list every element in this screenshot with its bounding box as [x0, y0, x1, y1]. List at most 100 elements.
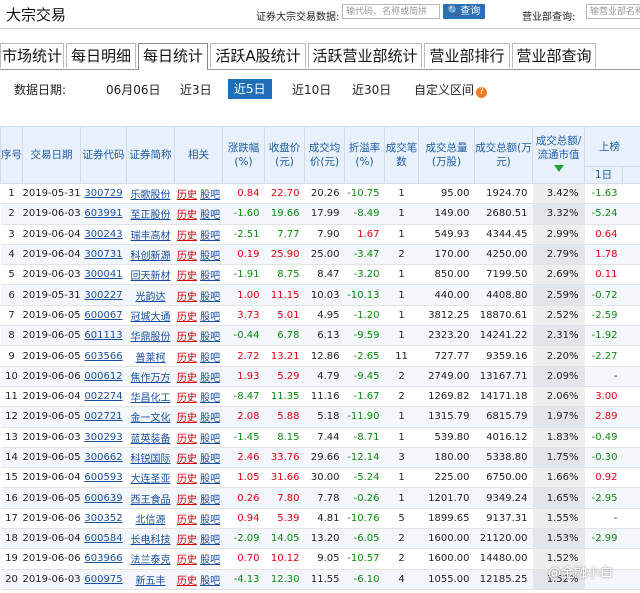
col-date[interactable]: 交易日期: [22, 126, 81, 184]
tab-active-a-shares[interactable]: 活跃A股统计: [210, 43, 306, 68]
col-code[interactable]: 证券代码: [80, 126, 127, 184]
row-code[interactable]: 600593: [80, 467, 127, 489]
row-name[interactable]: 至正股份: [126, 203, 175, 225]
forum-link[interactable]: 股吧: [200, 353, 220, 364]
history-link[interactable]: 历史: [177, 434, 197, 445]
history-link[interactable]: 历史: [177, 231, 197, 242]
row-name[interactable]: 科锐国际: [126, 447, 175, 469]
history-link[interactable]: 历史: [177, 292, 197, 303]
branch-query-input[interactable]: 输营业部名称: [586, 4, 640, 19]
row-name[interactable]: 新五丰: [126, 569, 175, 590]
row-code[interactable]: 600584: [80, 528, 127, 550]
history-link[interactable]: 历史: [177, 373, 197, 384]
row-code[interactable]: 603991: [80, 203, 127, 225]
forum-link[interactable]: 股吧: [200, 555, 220, 566]
history-link[interactable]: 历史: [177, 535, 197, 546]
row-name[interactable]: 乐歌股份: [126, 183, 175, 205]
col-count[interactable]: 成交笔数: [384, 126, 419, 184]
row-code[interactable]: 600639: [80, 487, 127, 509]
tab-daily-detail[interactable]: 每日明细: [66, 43, 136, 68]
history-link[interactable]: 历史: [177, 474, 197, 485]
forum-link[interactable]: 股吧: [200, 515, 220, 526]
forum-link[interactable]: 股吧: [200, 373, 220, 384]
history-link[interactable]: 历史: [177, 576, 197, 587]
forum-link[interactable]: 股吧: [200, 535, 220, 546]
row-code[interactable]: 603566: [80, 345, 127, 367]
col-change[interactable]: 涨跌幅(%): [222, 126, 265, 184]
row-name[interactable]: 回天新材: [126, 264, 175, 286]
stock-query-input[interactable]: 输代码、名称或简拼: [342, 4, 440, 19]
row-name[interactable]: 华鼎股份: [126, 325, 175, 347]
help-icon[interactable]: ?: [476, 87, 488, 98]
history-link[interactable]: 历史: [177, 332, 197, 343]
row-code[interactable]: 600975: [80, 569, 127, 590]
row-code[interactable]: 300293: [80, 427, 127, 448]
row-code[interactable]: 603966: [80, 548, 127, 570]
row-name[interactable]: 瑞丰高材: [126, 224, 175, 245]
row-code[interactable]: 300227: [80, 284, 127, 306]
row-name[interactable]: 北信源: [126, 508, 175, 530]
row-code[interactable]: 002274: [80, 386, 127, 408]
tab-branch-ranking[interactable]: 营业部排行: [424, 43, 510, 68]
row-name[interactable]: 华昌化工: [126, 386, 175, 408]
history-link[interactable]: 历史: [177, 312, 197, 323]
forum-link[interactable]: 股吧: [200, 576, 220, 587]
col-close[interactable]: 收盘价(元): [264, 126, 305, 184]
row-name[interactable]: 焦作万方: [126, 366, 175, 387]
tab-market-stats[interactable]: 市场统计: [0, 43, 64, 68]
forum-link[interactable]: 股吧: [200, 251, 220, 262]
history-link[interactable]: 历史: [177, 413, 197, 424]
history-link[interactable]: 历史: [177, 190, 197, 201]
row-code[interactable]: 600067: [80, 305, 127, 327]
forum-link[interactable]: 股吧: [200, 190, 220, 201]
row-code[interactable]: 300243: [80, 224, 127, 245]
forum-link[interactable]: 股吧: [200, 454, 220, 465]
tab-branch-query[interactable]: 营业部查询: [512, 43, 596, 68]
tab-active-branches[interactable]: 活跃营业部统计: [308, 43, 422, 68]
row-name[interactable]: 蓝英装备: [126, 427, 175, 448]
row-code[interactable]: 601113: [80, 325, 127, 347]
date-option-custom[interactable]: 自定义区间?: [414, 81, 488, 98]
history-link[interactable]: 历史: [177, 454, 197, 465]
row-name[interactable]: 大连圣亚: [126, 467, 175, 489]
row-name[interactable]: 普莱柯: [126, 345, 175, 367]
col-1day[interactable]: 1日: [584, 166, 623, 184]
row-code[interactable]: 002721: [80, 406, 127, 428]
row-name[interactable]: 法兰泰克: [126, 548, 175, 570]
row-code[interactable]: 300352: [80, 508, 127, 530]
date-option-3d[interactable]: 近3日: [180, 81, 212, 98]
row-code[interactable]: 300731: [80, 244, 127, 266]
history-link[interactable]: 历史: [177, 210, 197, 221]
history-link[interactable]: 历史: [177, 495, 197, 506]
tab-daily-stats[interactable]: 每日统计: [138, 43, 208, 70]
forum-link[interactable]: 股吧: [200, 332, 220, 343]
query-button[interactable]: 🔍查询: [443, 4, 485, 19]
forum-link[interactable]: 股吧: [200, 495, 220, 506]
row-code[interactable]: 300041: [80, 264, 127, 286]
row-name[interactable]: 光韵达: [126, 284, 175, 306]
row-code[interactable]: 300729: [80, 183, 127, 205]
row-code[interactable]: 300662: [80, 447, 127, 469]
row-name[interactable]: 长电科技: [126, 528, 175, 550]
forum-link[interactable]: 股吧: [200, 474, 220, 485]
history-link[interactable]: 历史: [177, 393, 197, 404]
date-option-today[interactable]: 06月06日: [106, 81, 161, 98]
history-link[interactable]: 历史: [177, 353, 197, 364]
forum-link[interactable]: 股吧: [200, 271, 220, 282]
forum-link[interactable]: 股吧: [200, 393, 220, 404]
col-avg-price[interactable]: 成交均价(元): [304, 126, 345, 184]
row-name[interactable]: 金一文化: [126, 406, 175, 428]
col-volume[interactable]: 成交总量(万股): [418, 126, 475, 184]
forum-link[interactable]: 股吧: [200, 413, 220, 424]
row-name[interactable]: 科创新源: [126, 244, 175, 266]
forum-link[interactable]: 股吧: [200, 292, 220, 303]
history-link[interactable]: 历史: [177, 555, 197, 566]
col-premium[interactable]: 折溢率(%): [344, 126, 385, 184]
row-name[interactable]: 冠城大通: [126, 305, 175, 327]
date-option-5d[interactable]: 近5日: [228, 79, 272, 99]
forum-link[interactable]: 股吧: [200, 312, 220, 323]
row-code[interactable]: 000612: [80, 366, 127, 387]
date-option-10d[interactable]: 近10日: [292, 81, 331, 98]
row-name[interactable]: 西王食品: [126, 487, 175, 509]
col-amount[interactable]: 成交总额(万元): [474, 126, 533, 184]
